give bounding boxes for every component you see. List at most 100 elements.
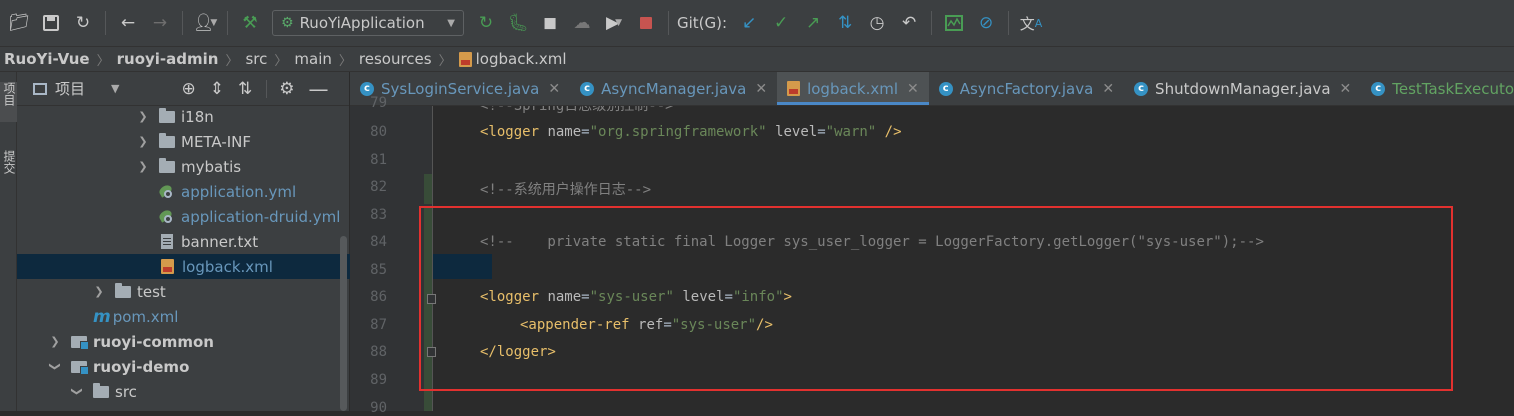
line-number: 80 bbox=[370, 124, 387, 140]
close-icon[interactable]: ✕ bbox=[755, 81, 767, 97]
chevron-right-icon[interactable]: ❯ bbox=[137, 160, 149, 173]
breadcrumb-main[interactable]: main bbox=[294, 50, 331, 68]
tree-item-label: ruoyi-common bbox=[93, 332, 214, 351]
header-separator bbox=[266, 79, 268, 98]
hide-panel-icon[interactable]: — bbox=[308, 77, 328, 101]
tab-testtaskexecutor[interactable]: c TestTaskExecutor.java bbox=[1361, 72, 1514, 105]
line-number: 90 bbox=[370, 400, 387, 416]
scrollbar-thumb[interactable] bbox=[340, 236, 347, 411]
forward-arrow-icon[interactable]: → bbox=[145, 8, 175, 38]
user-icon[interactable]: 👤︎ ▼ bbox=[190, 8, 220, 38]
close-icon[interactable]: ✕ bbox=[1340, 81, 1352, 97]
breadcrumb-src[interactable]: src bbox=[245, 50, 267, 68]
project-panel-title[interactable]: 项目 bbox=[55, 78, 85, 99]
breadcrumb-separator-icon: 〉 bbox=[438, 53, 452, 69]
close-icon[interactable]: ✕ bbox=[1102, 81, 1114, 97]
tree-item[interactable]: ❯ ruoyi-demo bbox=[17, 354, 380, 379]
spring-config-icon bbox=[159, 209, 175, 225]
line-number: 88 bbox=[370, 344, 387, 360]
sync-icon[interactable]: ↻ bbox=[68, 8, 98, 38]
code-line-comment: <!--系统用户操作日志--> bbox=[480, 182, 652, 198]
code-line: <logger name="org.springframework" level… bbox=[480, 124, 902, 140]
rollback-icon[interactable]: ↶ bbox=[894, 8, 924, 38]
spring-boot-icon: ⚙ bbox=[281, 15, 294, 31]
save-icon[interactable] bbox=[36, 8, 66, 38]
xml-value: "org.springframework" bbox=[589, 124, 767, 140]
tree-item-label: i18n bbox=[181, 107, 214, 126]
line-number: 79 bbox=[370, 95, 387, 111]
open-folder-icon[interactable]: 📁︎ bbox=[4, 8, 34, 38]
coverage-icon[interactable]: ◼ bbox=[535, 8, 565, 38]
xml-attr: name bbox=[547, 124, 582, 140]
java-class-icon: c bbox=[1371, 81, 1386, 96]
breadcrumb-resources[interactable]: resources bbox=[359, 50, 432, 68]
debug-icon[interactable]: 🐛︎ bbox=[503, 8, 533, 38]
activity-monitor-icon[interactable] bbox=[939, 8, 969, 38]
chevron-right-icon[interactable]: ❯ bbox=[49, 335, 61, 348]
commit-tool-tab[interactable]: 提交 bbox=[0, 150, 17, 200]
tree-item-label: pom.xml bbox=[112, 307, 179, 326]
tab-shutdownmanager[interactable]: c ShutdownManager.java ✕ bbox=[1124, 72, 1361, 105]
vcs-change-marker[interactable] bbox=[424, 174, 432, 204]
back-arrow-icon[interactable]: ← bbox=[113, 8, 143, 38]
chevron-down-icon[interactable]: ❯ bbox=[71, 386, 84, 398]
build-hammer-icon[interactable]: ⚒ bbox=[235, 8, 265, 38]
git-push-icon[interactable]: ↗ bbox=[798, 8, 828, 38]
chevron-right-icon[interactable]: ❯ bbox=[93, 285, 105, 298]
line-number: 87 bbox=[370, 317, 387, 333]
run-with-icon[interactable]: ▶ ▼ bbox=[599, 8, 629, 38]
stop-icon[interactable] bbox=[631, 8, 661, 38]
project-panel-header: 项目 ▼ ⊕ ⇕ ⇅ ⚙ — bbox=[17, 72, 349, 106]
annotation-highlight-box bbox=[419, 206, 1453, 391]
tree-item[interactable]: ❯ ruoyi-common bbox=[17, 329, 380, 354]
line-number: 85 bbox=[370, 262, 387, 278]
toolbar-separator bbox=[1008, 11, 1010, 35]
gear-icon[interactable]: ⚙ bbox=[279, 79, 294, 99]
toolbar-separator bbox=[227, 11, 228, 35]
power-save-icon[interactable]: ⊘ bbox=[971, 8, 1001, 38]
chevron-down-icon[interactable]: ▼ bbox=[111, 82, 119, 95]
chevron-down-icon: ▼ bbox=[447, 17, 455, 29]
folder-icon bbox=[159, 107, 175, 123]
git-update-icon[interactable]: ↙ bbox=[734, 8, 764, 38]
rerun-icon[interactable]: ↻ bbox=[471, 8, 501, 38]
tab-label: logback.xml bbox=[807, 79, 899, 98]
line-number: 83 bbox=[370, 207, 387, 223]
java-class-icon: c bbox=[938, 81, 953, 96]
chevron-right-icon[interactable]: ❯ bbox=[137, 110, 149, 123]
tree-item-label: application-druid.yml bbox=[181, 207, 341, 226]
run-configuration-label: RuoYiApplication bbox=[299, 14, 425, 32]
run-configuration-select[interactable]: ⚙ RuoYiApplication ▼ bbox=[272, 10, 464, 36]
git-merge-icon[interactable]: ⇅ bbox=[830, 8, 860, 38]
tree-item-label: banner.txt bbox=[181, 232, 259, 251]
collapse-all-icon[interactable]: ⇅ bbox=[238, 79, 252, 99]
breadcrumb-project[interactable]: RuoYi-Vue bbox=[4, 50, 90, 68]
tree-item-label: application.yml bbox=[181, 182, 297, 201]
tab-asyncfactory[interactable]: c AsyncFactory.java ✕ bbox=[929, 72, 1124, 105]
breadcrumb-module[interactable]: ruoyi-admin bbox=[117, 50, 219, 68]
locate-file-icon[interactable]: ⊕ bbox=[181, 79, 195, 99]
chevron-down-icon[interactable]: ❯ bbox=[49, 361, 62, 373]
toolbar-separator bbox=[182, 11, 183, 35]
close-icon[interactable]: ✕ bbox=[548, 81, 560, 97]
git-commit-icon[interactable]: ✓ bbox=[766, 8, 796, 38]
module-folder-icon bbox=[71, 360, 89, 375]
translate-icon[interactable]: 文A bbox=[1016, 8, 1046, 38]
xml-tag: /> bbox=[884, 124, 902, 140]
chevron-right-icon[interactable]: ❯ bbox=[137, 135, 149, 148]
close-icon[interactable]: ✕ bbox=[907, 81, 919, 97]
line-number: 82 bbox=[370, 179, 387, 195]
project-tool-tab[interactable]: 项目 bbox=[0, 82, 17, 122]
history-clock-icon[interactable]: ◷ bbox=[862, 8, 892, 38]
project-view-icon bbox=[33, 82, 47, 95]
tree-item-label: META-INF bbox=[181, 132, 252, 151]
project-scrollbar[interactable] bbox=[338, 106, 348, 411]
breadcrumb-separator-icon: 〉 bbox=[96, 53, 110, 69]
breadcrumb-file[interactable]: logback.xml bbox=[476, 50, 567, 68]
expand-all-icon[interactable]: ⇕ bbox=[210, 79, 224, 99]
tab-logback-xml[interactable]: logback.xml ✕ bbox=[777, 72, 929, 105]
tab-asyncmanager[interactable]: c AsyncManager.java ✕ bbox=[570, 72, 777, 105]
xml-file-icon bbox=[161, 259, 174, 274]
profiler-icon[interactable]: ☁ bbox=[567, 8, 597, 38]
line-number: 89 bbox=[370, 372, 387, 388]
